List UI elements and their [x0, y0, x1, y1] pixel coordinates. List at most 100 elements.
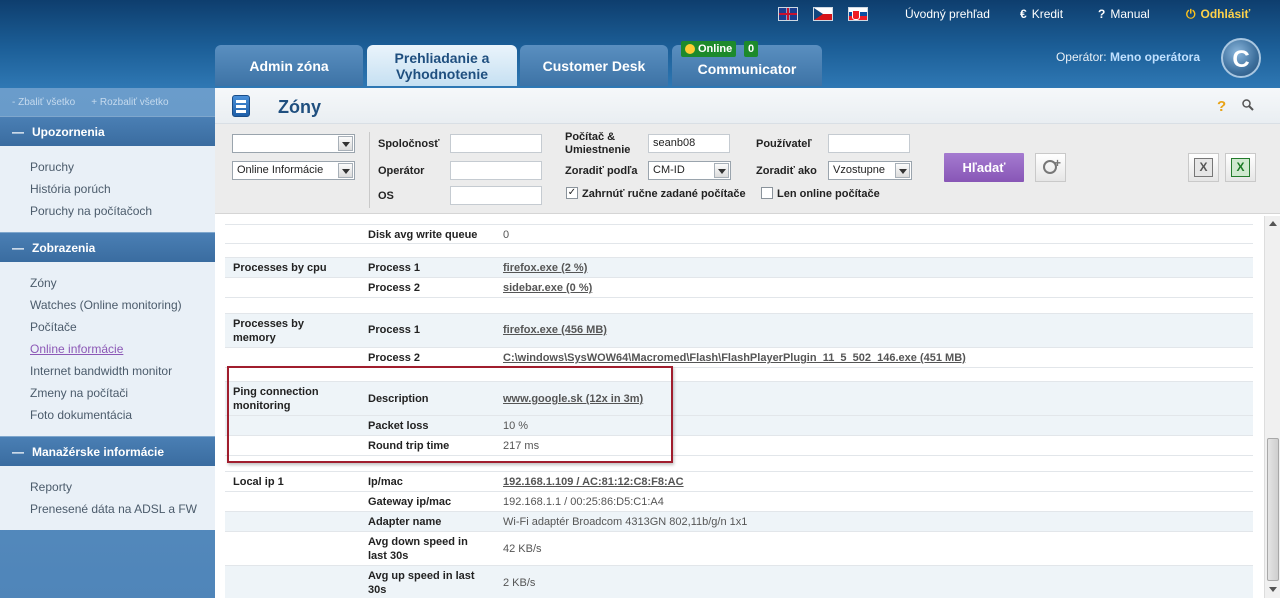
table-row: Local ip 1 Ip/mac 192.168.1.109 / AC:81:…	[225, 472, 1253, 492]
os-input[interactable]	[450, 186, 542, 205]
table-spacer	[225, 244, 1253, 258]
collapse-all-link[interactable]: - Zbaliť všetko	[12, 97, 75, 108]
include-manual-label: Zahrnúť ručne zadané počítače	[582, 188, 746, 200]
euro-icon: €	[1020, 7, 1027, 21]
process-link[interactable]: firefox.exe (456 MB)	[503, 323, 607, 337]
app-header: Úvodný prehľad € Kredit ? Manual ⏻ Odhlásiť…	[0, 0, 1280, 88]
help-icon[interactable]: ?	[1217, 98, 1226, 115]
online-only-label: Len online počítače	[777, 188, 880, 200]
power-icon: ⏻	[1186, 7, 1196, 21]
tab-customer-desk[interactable]: Customer Desk	[520, 45, 668, 86]
sidebar-item-computer-changes[interactable]: Zmeny na počítači	[30, 382, 215, 404]
flag-cz-icon[interactable]	[813, 7, 833, 21]
sidebar-list-views: Zóny Watches (Online monitoring) Počítač…	[0, 262, 215, 436]
chevron-down-icon	[895, 163, 910, 178]
os-label: OS	[378, 190, 394, 202]
help-icon: ?	[1098, 7, 1106, 21]
expand-all-link[interactable]: + Rozbaliť všetko	[91, 97, 168, 108]
sidebar-section-alerts[interactable]: — Upozornenia	[0, 116, 215, 146]
page-title: Zóny	[278, 97, 321, 117]
table-row: Process 2 C:\windows\SysWOW64\Macromed\F…	[225, 348, 1253, 368]
export-xls-button[interactable]: X	[1225, 153, 1256, 182]
sort-by-select[interactable]: CM-ID	[648, 161, 731, 180]
excel-icon: X	[1231, 158, 1250, 177]
sidebar-list-alerts: Poruchy História porúch Poruchy na počít…	[0, 146, 215, 232]
operator-name[interactable]: Meno operátora	[1110, 50, 1200, 64]
table-row: Processes by memory Process 1 firefox.exe…	[225, 314, 1253, 348]
sidebar-item-bandwidth-monitor[interactable]: Internet bandwidth monitor	[30, 360, 215, 382]
sidebar-item-online-info[interactable]: Online informácie	[30, 338, 215, 360]
sidebar-section-views[interactable]: — Zobrazenia	[0, 232, 215, 262]
table-spacer	[225, 216, 1253, 225]
filter-bar: Online Informácie Spoločnosť Operátor OS…	[215, 124, 1280, 214]
process-link[interactable]: C:\windows\SysWOW64\Macromed\Flash\Flash…	[503, 351, 966, 365]
view-type-select[interactable]: Online Informácie	[232, 161, 355, 180]
sidebar-item-fault-history[interactable]: História porúch	[30, 178, 215, 200]
credit-link[interactable]: € Kredit	[1020, 7, 1063, 21]
app-logo: C	[1221, 38, 1261, 78]
scroll-down-icon[interactable]	[1265, 582, 1280, 598]
sidebar-item-zones[interactable]: Zóny	[30, 272, 215, 294]
table-row: Adapter name Wi-Fi adaptér Broadcom 4313…	[225, 512, 1253, 532]
ip-mac-link[interactable]: 192.168.1.109 / AC:81:12:C8:F8:AC	[503, 475, 684, 489]
page-title-bar: Zóny ?	[215, 88, 1280, 124]
sidebar-item-computer-faults[interactable]: Poruchy na počítačoch	[30, 200, 215, 222]
search-button[interactable]: Hľadať	[944, 153, 1024, 182]
manual-link[interactable]: ? Manual	[1098, 7, 1150, 21]
main-content: Zóny ? Online Informácie Spoločnosť Oper…	[215, 88, 1280, 598]
sidebar-item-watches[interactable]: Watches (Online monitoring)	[30, 294, 215, 316]
logout-link[interactable]: ⏻ Odhlásiť	[1186, 7, 1250, 22]
vertical-scrollbar[interactable]	[1264, 216, 1280, 598]
sidebar-toolbar: - Zbaliť všetko + Rozbaliť všetko	[0, 88, 215, 116]
company-input[interactable]	[450, 134, 542, 153]
online-only-checkbox[interactable]	[761, 187, 773, 199]
scrollbar-thumb[interactable]	[1267, 438, 1279, 581]
sort-order-select[interactable]: Vzostupne	[828, 161, 912, 180]
sidebar-item-photo-docs[interactable]: Foto dokumentácia	[30, 404, 215, 426]
table-row: Processes by cpu Process 1 firefox.exe (…	[225, 258, 1253, 278]
sidebar-section-management[interactable]: — Manažérske informácie	[0, 436, 215, 466]
sidebar-list-management: Reporty Prenesené dáta na ADSL a FW	[0, 466, 215, 530]
computer-input[interactable]: seanb08	[648, 134, 730, 153]
flag-sk-icon[interactable]	[848, 7, 868, 21]
computer-location-label: Počítač & Umiestnenie	[565, 131, 631, 156]
operator-input[interactable]	[450, 161, 542, 180]
flag-uk-icon[interactable]	[778, 7, 798, 21]
user-label: Používateľ	[756, 138, 812, 150]
process-link[interactable]: sidebar.exe (0 %)	[503, 281, 592, 295]
zones-icon	[232, 95, 250, 117]
online-count-badge: 0	[744, 41, 758, 57]
tab-review-evaluation[interactable]: Prehliadanie a Vyhodnotenie	[367, 45, 517, 86]
advanced-search-icon[interactable]	[1035, 153, 1066, 182]
include-manual-checkbox[interactable]: ✓	[566, 187, 578, 199]
operator-label: Operátor	[378, 165, 425, 177]
table-row: Process 2 sidebar.exe (0 %)	[225, 278, 1253, 298]
magnifier-icon[interactable]	[1242, 99, 1254, 111]
chevron-down-icon	[714, 163, 729, 178]
scroll-up-icon[interactable]	[1265, 216, 1280, 232]
tab-admin-zone[interactable]: Admin zóna	[215, 45, 363, 86]
table-spacer	[225, 298, 1253, 314]
company-label: Spoločnosť	[378, 138, 440, 150]
sidebar-item-computers[interactable]: Počítače	[30, 316, 215, 338]
table-row: Disk avg write queue 0	[225, 225, 1253, 244]
user-input[interactable]	[828, 134, 910, 153]
filter-select-1[interactable]	[232, 134, 355, 153]
table-row: Avg up speed in last 30s 2 KB/s	[225, 566, 1253, 598]
chevron-down-icon	[338, 163, 353, 178]
sidebar-item-adsl-fw-data[interactable]: Prenesené dáta na ADSL a FW	[30, 498, 215, 520]
chevron-down-icon	[338, 136, 353, 151]
table-row: Avg down speed in last 30s 42 KB/s	[225, 532, 1253, 566]
divider	[369, 132, 370, 208]
home-overview-link[interactable]: Úvodný prehľad	[905, 7, 990, 21]
sidebar-item-faults[interactable]: Poruchy	[30, 156, 215, 178]
online-info-table: Disk avg write queue 0 Processes by cpu …	[215, 216, 1264, 598]
operator-info: Operátor: Meno operátora	[1055, 50, 1200, 64]
excel-icon: X	[1194, 158, 1213, 177]
sidebar-item-reports[interactable]: Reporty	[30, 476, 215, 498]
user-icon	[685, 44, 695, 54]
sort-by-label: Zoradiť podľa	[565, 165, 638, 177]
sort-order-label: Zoradiť ako	[756, 165, 817, 177]
process-link[interactable]: firefox.exe (2 %)	[503, 261, 587, 275]
export-xls-gray-button[interactable]: X	[1188, 153, 1219, 182]
